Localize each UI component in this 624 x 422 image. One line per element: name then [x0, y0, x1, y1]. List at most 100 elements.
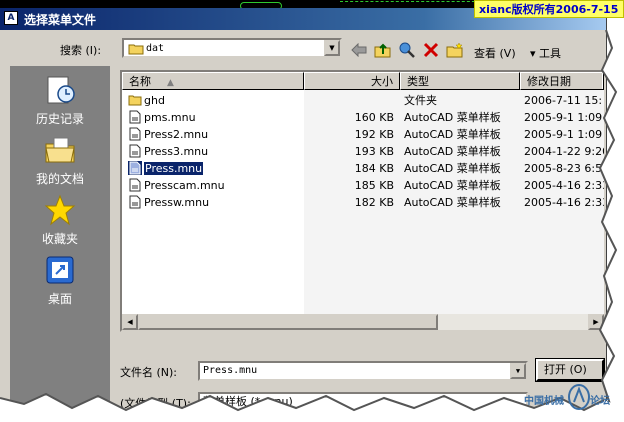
- places-item-favorites[interactable]: 收藏夹: [10, 194, 110, 247]
- file-type: AutoCAD 菜单样板: [404, 162, 501, 175]
- file-size: 182 KB: [354, 196, 394, 209]
- column-header-size[interactable]: 大小: [304, 72, 400, 90]
- list-header: 名称 ▲ 大小 类型 修改日期: [122, 72, 604, 90]
- autocad-app-icon: A: [4, 11, 18, 25]
- file-size: 185 KB: [354, 179, 394, 192]
- file-size: 184 KB: [354, 162, 394, 175]
- list-item[interactable]: ghd 文件夹 2006-7-11 15:: [122, 92, 602, 109]
- filename-input[interactable]: Press.mnu ▼: [198, 361, 528, 381]
- folder-icon: [128, 44, 144, 55]
- back-arrow-icon: [351, 43, 367, 57]
- places-item-label: 历史记录: [35, 112, 84, 126]
- forum-logo: 中国机械 论坛: [520, 384, 624, 414]
- logo-text-left: 中国机械: [524, 396, 564, 407]
- sort-ascending-icon: ▲: [167, 78, 174, 88]
- file-date: 2005-4-16 2:33: [524, 179, 606, 192]
- column-header-name[interactable]: 名称 ▲: [122, 72, 304, 90]
- chevron-down-icon[interactable]: ▼: [324, 40, 340, 56]
- file-name: Pressw.mnu: [144, 196, 210, 209]
- desktop-icon: [46, 256, 74, 284]
- list-body: ghd 文件夹 2006-7-11 15: pms.mnu 160 KB Aut…: [122, 90, 604, 330]
- places-item-my-documents[interactable]: 我的文档: [10, 134, 110, 187]
- file-date: 2004-1-22 9:20: [524, 145, 606, 158]
- file-date: 2005-8-23 6:51: [524, 162, 606, 175]
- places-item-label: 桌面: [47, 292, 72, 306]
- list-item-selected[interactable]: Press.mnu 184 KB AutoCAD 菜单样板 2005-8-23 …: [122, 160, 604, 177]
- places-item-history[interactable]: 历史记录: [10, 74, 110, 127]
- favorites-icon: [44, 194, 76, 226]
- scrollbar-thumb[interactable]: [138, 314, 438, 330]
- my-documents-icon: [45, 137, 75, 163]
- file-name: pms.mnu: [144, 111, 196, 124]
- mnu-file-icon: [129, 195, 141, 209]
- new-folder-button[interactable]: [446, 41, 464, 59]
- filetype-value: 菜单样板 (*.mnu): [203, 395, 293, 408]
- file-name: ghd: [144, 94, 165, 107]
- mnu-file-icon: [129, 178, 141, 192]
- search-web-button[interactable]: [398, 41, 416, 59]
- file-type: 文件夹: [404, 94, 437, 107]
- file-type: AutoCAD 菜单样板: [404, 111, 501, 124]
- file-size: 160 KB: [354, 111, 394, 124]
- dialog-title: 选择菜单文件: [24, 13, 97, 27]
- file-date: 2005-4-16 2:33: [524, 196, 606, 209]
- horizontal-scrollbar[interactable]: ◀ ▶: [122, 314, 604, 330]
- selected-file-name: Press.mnu: [144, 161, 205, 176]
- list-item[interactable]: Press3.mnu 193 KB AutoCAD 菜单样板 2004-1-22…: [122, 143, 604, 160]
- places-item-label: 收藏夹: [41, 232, 78, 246]
- cad-drawing-fragment: [340, 1, 480, 4]
- list-item[interactable]: pms.mnu 160 KB AutoCAD 菜单样板 2005-9-1 1:0…: [122, 109, 602, 126]
- look-in-combo[interactable]: dat ▼: [122, 38, 342, 58]
- column-header-label: 名称: [129, 75, 151, 88]
- file-size: 192 KB: [354, 128, 394, 141]
- chevron-down-icon[interactable]: ▼: [510, 363, 526, 379]
- logo-text-right: 论坛: [590, 396, 610, 407]
- file-date: 2006-7-11 15:: [524, 94, 603, 107]
- look-in-value: dat: [146, 43, 165, 54]
- file-type: AutoCAD 菜单样板: [404, 196, 501, 209]
- mnu-file-icon: [128, 161, 142, 175]
- places-item-desktop[interactable]: 桌面: [10, 254, 110, 307]
- scroll-right-icon[interactable]: ▶: [588, 314, 604, 330]
- mnu-file-icon: [129, 110, 141, 124]
- column-header-date[interactable]: 修改日期: [520, 72, 604, 90]
- file-size: [304, 92, 394, 109]
- file-size: 193 KB: [354, 145, 394, 158]
- look-in-label: 搜索 (I):: [60, 44, 102, 57]
- search-globe-icon: [399, 42, 415, 58]
- file-name: Presscam.mnu: [144, 179, 225, 192]
- filetype-label: (文件类型 (T):: [120, 397, 191, 410]
- file-date: 2005-9-1 1:09: [524, 128, 603, 141]
- places-bar: 历史记录 我的文档 收藏夹 桌面: [10, 66, 110, 422]
- filename-label: 文件名 (N):: [120, 366, 178, 379]
- list-item[interactable]: Press2.mnu 192 KB AutoCAD 菜单样板 2005-9-1 …: [122, 126, 602, 143]
- places-item-label: 我的文档: [35, 172, 84, 186]
- up-folder-button[interactable]: [374, 41, 392, 59]
- delete-button[interactable]: [422, 41, 440, 59]
- history-icon: [47, 76, 75, 104]
- file-type: AutoCAD 菜单样板: [404, 128, 501, 141]
- up-folder-icon: [374, 43, 391, 58]
- column-header-type[interactable]: 类型: [400, 72, 520, 90]
- folder-icon: [128, 95, 142, 106]
- mnu-file-icon: [129, 127, 141, 141]
- list-item[interactable]: Pressw.mnu 182 KB AutoCAD 菜单样板 2005-4-16…: [122, 194, 604, 211]
- view-menu-button[interactable]: 查看 (V): [474, 45, 516, 61]
- watermark-banner: xianc版权所有2006-7-15: [474, 0, 624, 18]
- file-name: Press2.mnu: [144, 128, 209, 141]
- scroll-left-icon[interactable]: ◀: [122, 314, 138, 330]
- select-menu-file-dialog: A 选择菜单文件 搜索 (I): dat ▼ 查看 (V) ▾ 工具 历史记录 …: [0, 8, 607, 422]
- file-list[interactable]: 名称 ▲ 大小 类型 修改日期 ghd 文件夹 2006-7-11 15: pms…: [120, 70, 606, 332]
- file-date: 2005-9-1 1:09: [524, 111, 603, 124]
- filetype-combo[interactable]: 菜单样板 (*.mnu): [198, 392, 528, 412]
- delete-x-icon: [423, 42, 439, 58]
- file-type: AutoCAD 菜单样板: [404, 179, 501, 192]
- open-button[interactable]: 打开 (O): [535, 358, 605, 382]
- file-name: Press3.mnu: [144, 145, 209, 158]
- list-item[interactable]: Presscam.mnu 185 KB AutoCAD 菜单样板 2005-4-…: [122, 177, 604, 194]
- file-type: AutoCAD 菜单样板: [404, 145, 501, 158]
- new-folder-icon: [446, 42, 463, 58]
- back-button[interactable]: [350, 41, 368, 59]
- tools-menu-button[interactable]: ▾ 工具: [530, 45, 561, 61]
- file-name: Press.mnu: [144, 160, 300, 177]
